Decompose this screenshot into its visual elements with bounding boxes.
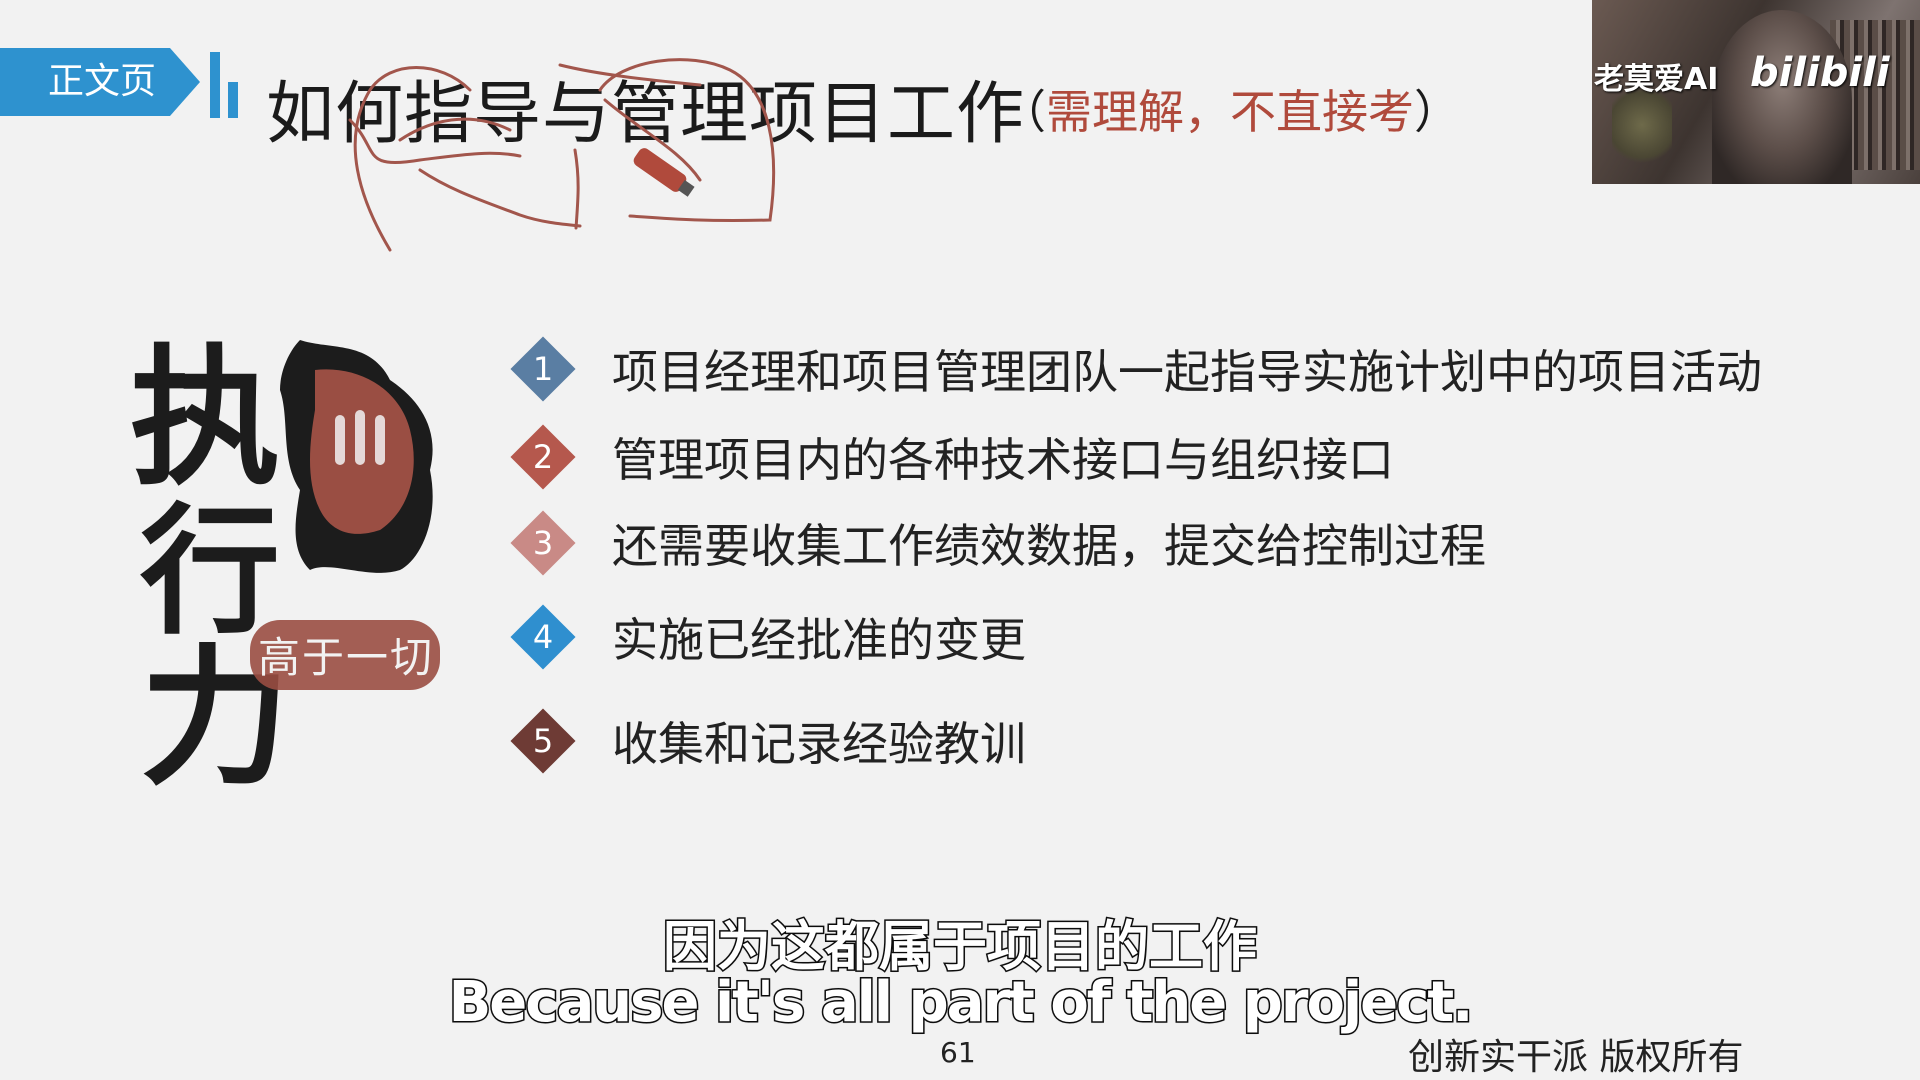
title-note-close: ） bbox=[1414, 85, 1460, 139]
item-number: 4 bbox=[532, 618, 554, 656]
title-note-open: （ bbox=[1000, 85, 1046, 139]
title-accent-bar-short bbox=[228, 82, 238, 118]
section-tag: 正文页 bbox=[0, 48, 200, 116]
channel-name: 老莫爱AI bbox=[1594, 62, 1719, 97]
title-accent-bar bbox=[210, 52, 220, 118]
page-number: 61 bbox=[940, 1036, 976, 1069]
item-text: 收集和记录经验教训 bbox=[612, 717, 1026, 771]
item-number: 3 bbox=[532, 524, 554, 562]
item-text: 还需要收集工作绩效数据，提交给控制过程 bbox=[612, 519, 1486, 573]
title-note: （需理解，不直接考） bbox=[1000, 76, 1460, 142]
bilibili-logo: bilibili bbox=[1750, 50, 1890, 96]
title-note-text: 需理解，不直接考 bbox=[1046, 85, 1414, 139]
calligraphy-art: 执 行 力 高 于 一 切 bbox=[130, 330, 440, 790]
item-number: 2 bbox=[532, 438, 554, 476]
slide-title: 如何指导与管理项目工作 bbox=[266, 75, 1026, 154]
stamp-char-3: 一 bbox=[346, 633, 388, 682]
item-text: 项目经理和项目管理团队一起指导实施计划中的项目活动 bbox=[612, 345, 1762, 399]
item-text: 管理项目内的各种技术接口与组织接口 bbox=[612, 433, 1394, 487]
item-number: 1 bbox=[532, 350, 554, 388]
copyright: 创新实干派 版权所有 bbox=[1408, 1037, 1744, 1078]
subtitle-english: Because it's all part of the project. bbox=[447, 969, 1475, 1037]
presenter bbox=[1712, 10, 1852, 184]
item-number: 5 bbox=[532, 722, 554, 760]
stamp-char-1: 高 bbox=[258, 633, 300, 682]
art-char-1: 执 bbox=[130, 330, 280, 506]
webcam-overlay: 老莫爱AI bilibili bbox=[1592, 0, 1920, 184]
item-text: 实施已经批准的变更 bbox=[612, 613, 1026, 667]
stamp-char-2: 于 bbox=[302, 633, 344, 682]
stamp-char-4: 切 bbox=[390, 633, 432, 682]
